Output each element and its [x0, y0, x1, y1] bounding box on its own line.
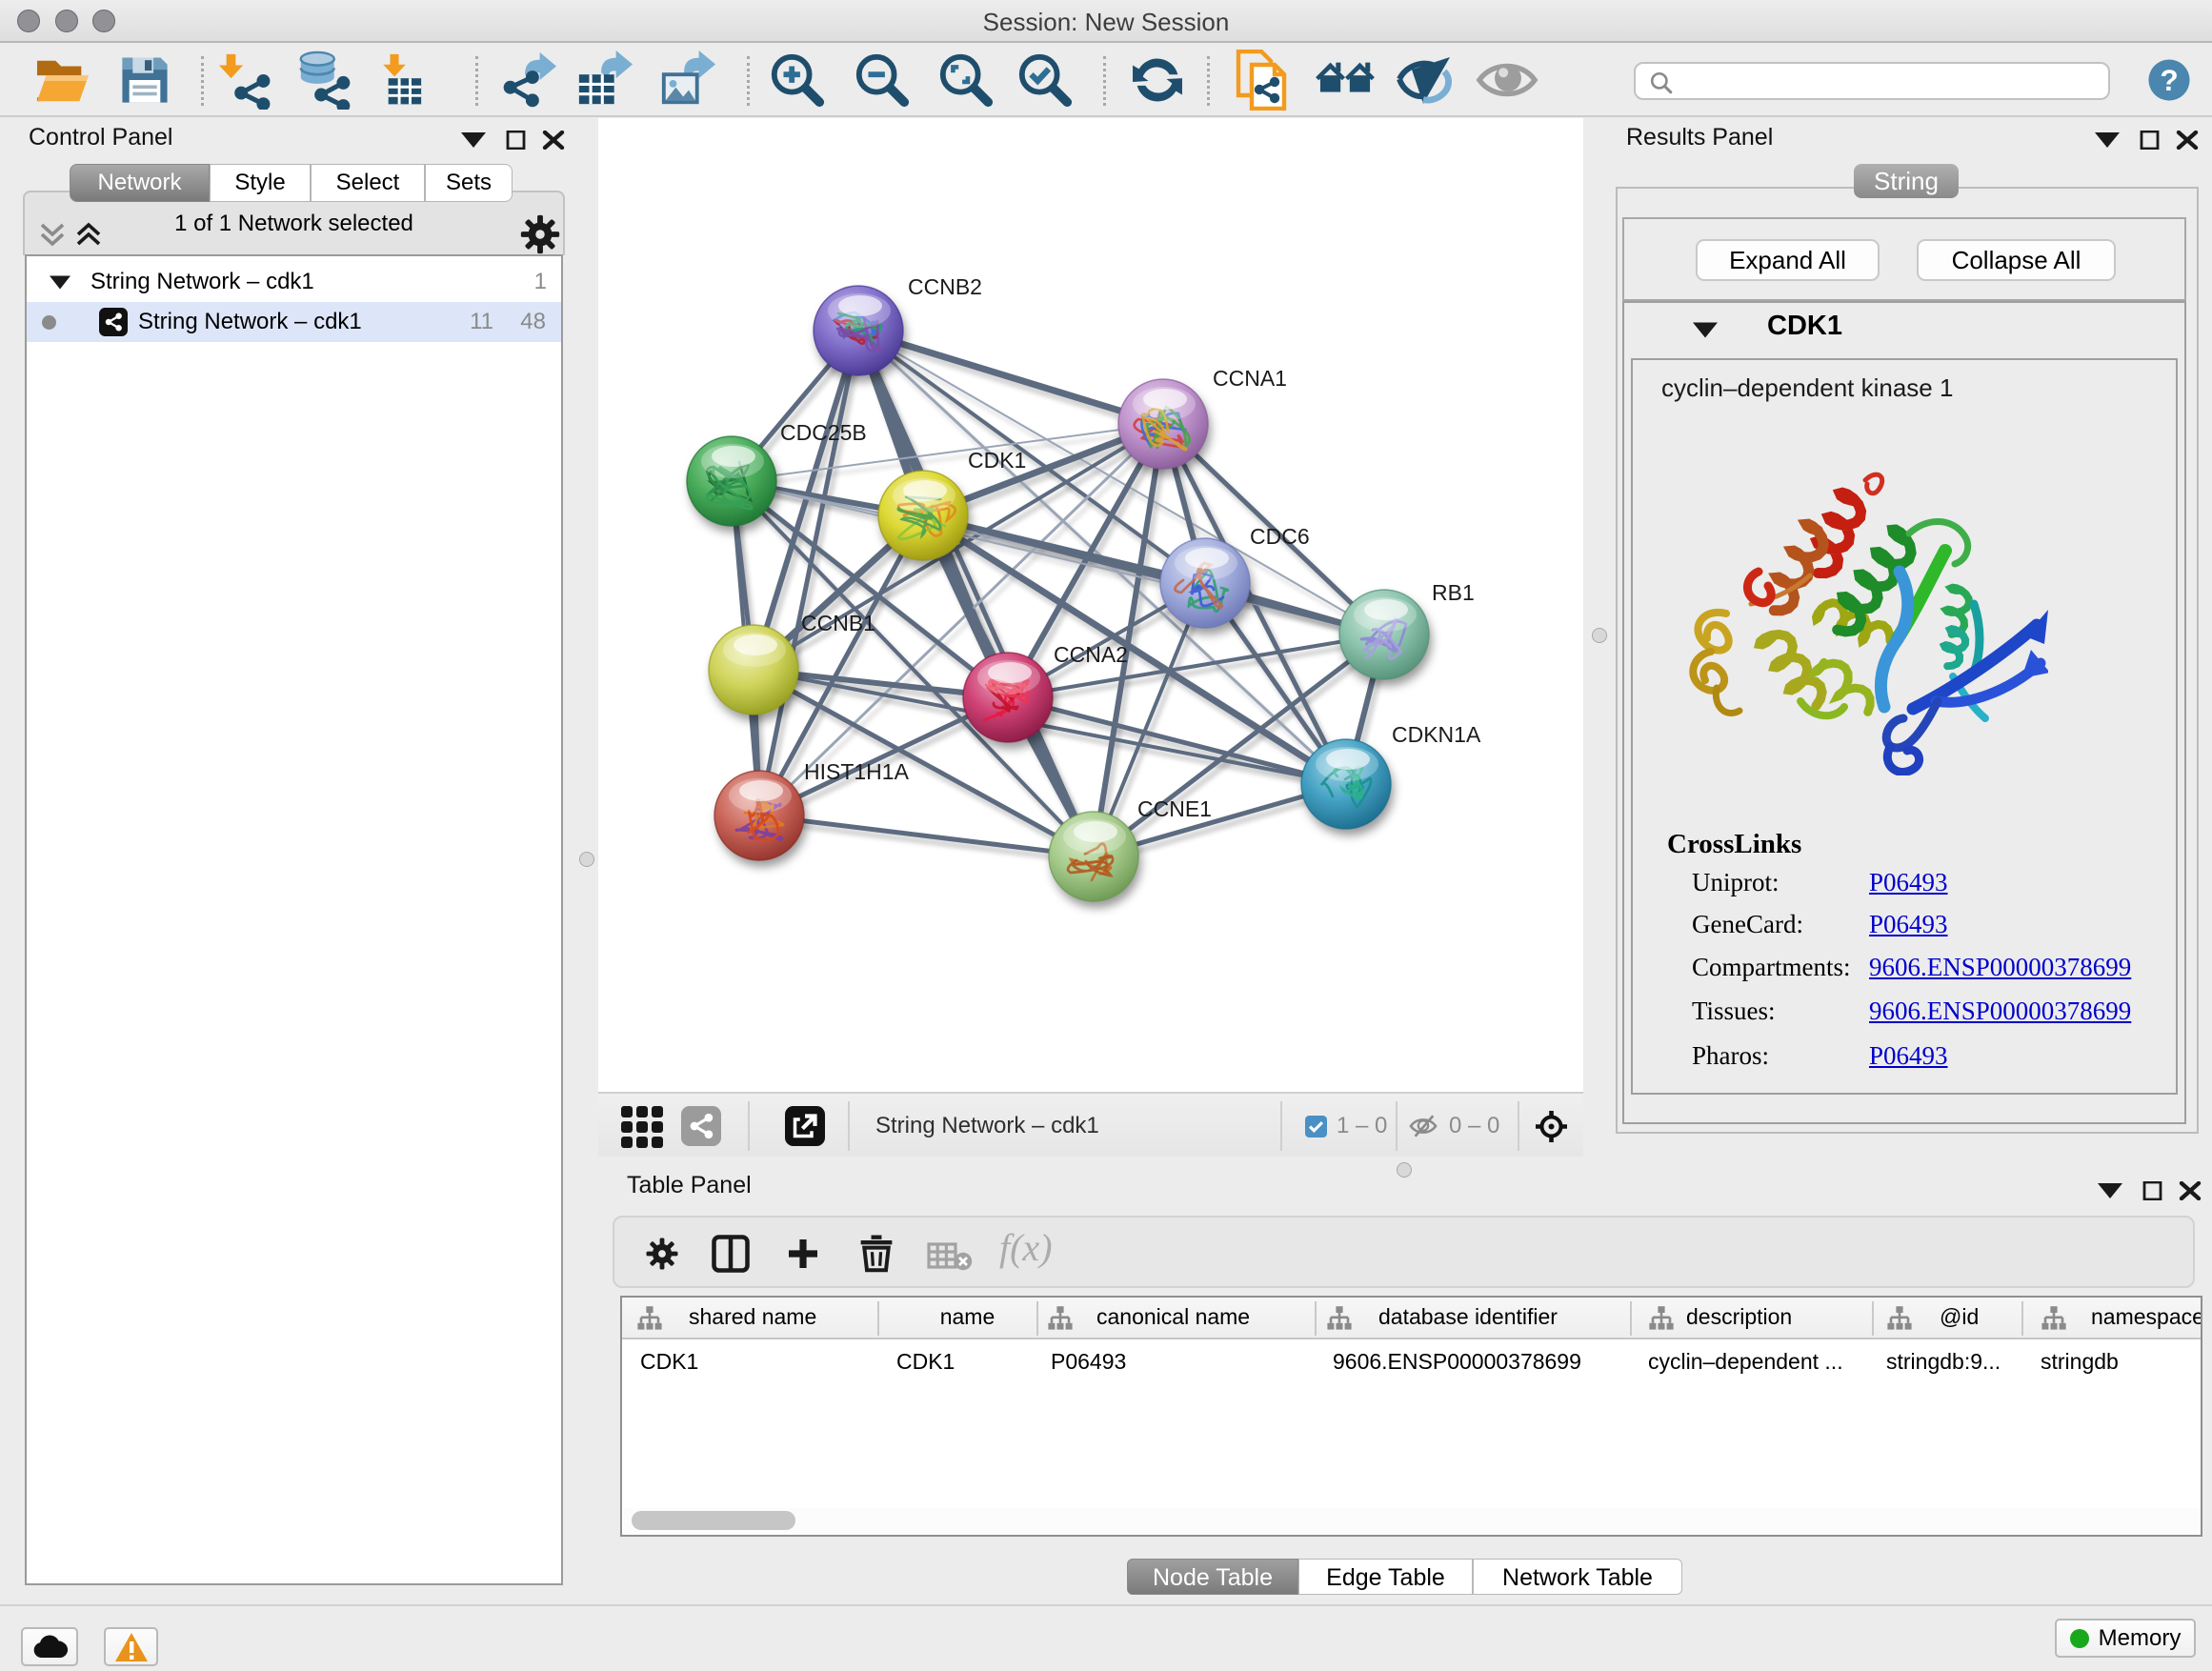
svg-text:RB1: RB1	[1432, 580, 1475, 605]
svg-text:CDKN1A: CDKN1A	[1392, 722, 1481, 747]
svg-text:CCNA1: CCNA1	[1213, 366, 1287, 391]
svg-text:HIST1H1A: HIST1H1A	[804, 759, 910, 784]
svg-text:?: ?	[2160, 63, 2178, 97]
svg-text:CDC6: CDC6	[1250, 524, 1310, 549]
svg-text:CDC25B: CDC25B	[780, 420, 867, 445]
svg-text:CCNA2: CCNA2	[1054, 642, 1128, 667]
svg-text:CDK1: CDK1	[968, 448, 1026, 473]
svg-text:CCNB1: CCNB1	[801, 611, 875, 635]
svg-text:CCNE1: CCNE1	[1137, 796, 1212, 821]
svg-text:CCNB2: CCNB2	[908, 274, 982, 299]
